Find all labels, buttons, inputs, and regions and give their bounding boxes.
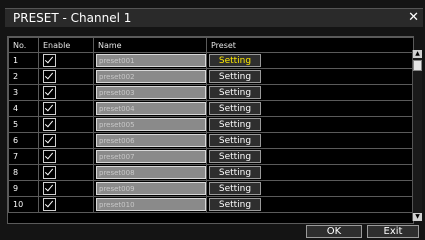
row-number: 8 [8,164,39,181]
preset-name-field[interactable]: preset001 [96,54,206,67]
column-header-name: Name [93,37,207,53]
name-cell: preset002 [93,68,207,85]
preset-cell: Setting [206,100,413,117]
enable-cell [38,132,94,149]
row-number: 7 [8,148,39,165]
enable-cell [38,196,94,213]
scroll-down-arrow-icon[interactable]: ▼ [413,213,422,221]
preset-name-field[interactable]: preset006 [96,134,206,147]
row-number: 9 [8,180,39,197]
row-number: 4 [8,100,39,117]
scroll-up-arrow-icon[interactable]: ▲ [413,50,422,58]
table-row: 9 preset009 Setting [8,180,413,197]
preset-cell: Setting [206,196,413,213]
preset-cell: Setting [206,148,413,165]
setting-button[interactable]: Setting [209,102,261,115]
preset-table-container: No. Enable Name Preset 1 preset001 Setting… [7,36,414,224]
name-cell: preset003 [93,84,207,101]
row-number: 2 [8,68,39,85]
preset-cell: Setting [206,116,413,133]
setting-button[interactable]: Setting [209,198,261,211]
row-number: 6 [8,132,39,149]
preset-cell: Setting [206,68,413,85]
enable-checkbox[interactable] [43,134,56,147]
enable-cell [38,100,94,117]
name-cell: preset009 [93,180,207,197]
close-icon[interactable]: ✕ [408,9,419,26]
setting-button[interactable]: Setting [209,166,261,179]
table-row: 2 preset002 Setting [8,68,413,85]
setting-button[interactable]: Setting [209,134,261,147]
enable-cell [38,164,94,181]
table-row: 7 preset007 Setting [8,148,413,165]
preset-table: No. Enable Name Preset 1 preset001 Setting… [8,37,413,213]
preset-name-field[interactable]: preset008 [96,166,206,179]
enable-checkbox[interactable] [43,166,56,179]
row-number: 3 [8,84,39,101]
enable-cell [38,68,94,85]
scroll-thumb[interactable] [413,60,422,71]
table-row: 8 preset008 Setting [8,164,413,181]
row-number: 5 [8,116,39,133]
column-header-no: No. [8,37,39,53]
enable-cell [38,84,94,101]
preset-cell: Setting [206,180,413,197]
setting-button[interactable]: Setting [209,118,261,131]
column-header-enable: Enable [38,37,94,53]
name-cell: preset006 [93,132,207,149]
enable-checkbox[interactable] [43,198,56,211]
name-cell: preset008 [93,164,207,181]
column-header-preset: Preset [206,37,413,53]
preset-name-field[interactable]: preset010 [96,198,206,211]
name-cell: preset001 [93,52,207,69]
preset-cell: Setting [206,164,413,181]
enable-cell [38,116,94,133]
preset-cell: Setting [206,52,413,69]
name-cell: preset010 [93,196,207,213]
ok-button[interactable]: OK [306,225,362,238]
table-row: 5 preset005 Setting [8,116,413,133]
setting-button[interactable]: Setting [209,54,261,67]
name-cell: preset005 [93,116,207,133]
preset-cell: Setting [206,84,413,101]
setting-button[interactable]: Setting [209,86,261,99]
table-row: 4 preset004 Setting [8,100,413,117]
exit-button[interactable]: Exit [367,225,419,238]
dialog-title: PRESET - Channel 1 [13,11,132,25]
setting-button[interactable]: Setting [209,182,261,195]
enable-checkbox[interactable] [43,102,56,115]
preset-cell: Setting [206,132,413,149]
table-row: 6 preset006 Setting [8,132,413,149]
table-row: 10 preset010 Setting [8,196,413,213]
preset-name-field[interactable]: preset007 [96,150,206,163]
enable-checkbox[interactable] [43,150,56,163]
vertical-scrollbar[interactable]: ▲ ▼ [412,50,422,221]
title-bar: PRESET - Channel 1 ✕ [5,8,423,27]
preset-name-field[interactable]: preset002 [96,70,206,83]
row-number: 1 [8,52,39,69]
setting-button[interactable]: Setting [209,70,261,83]
table-row: 1 preset001 Setting [8,52,413,69]
preset-name-field[interactable]: preset009 [96,182,206,195]
name-cell: preset004 [93,100,207,117]
name-cell: preset007 [93,148,207,165]
preset-name-field[interactable]: preset005 [96,118,206,131]
enable-checkbox[interactable] [43,70,56,83]
row-number: 10 [8,196,39,213]
enable-cell [38,52,94,69]
enable-cell [38,180,94,197]
table-header-row: No. Enable Name Preset [8,37,413,53]
preset-name-field[interactable]: preset003 [96,86,206,99]
preset-dialog: PRESET - Channel 1 ✕ No. Enable Name Pre… [0,0,425,240]
preset-name-field[interactable]: preset004 [96,102,206,115]
enable-checkbox[interactable] [43,54,56,67]
enable-checkbox[interactable] [43,118,56,131]
enable-checkbox[interactable] [43,86,56,99]
enable-cell [38,148,94,165]
enable-checkbox[interactable] [43,182,56,195]
setting-button[interactable]: Setting [209,150,261,163]
table-row: 3 preset003 Setting [8,84,413,101]
